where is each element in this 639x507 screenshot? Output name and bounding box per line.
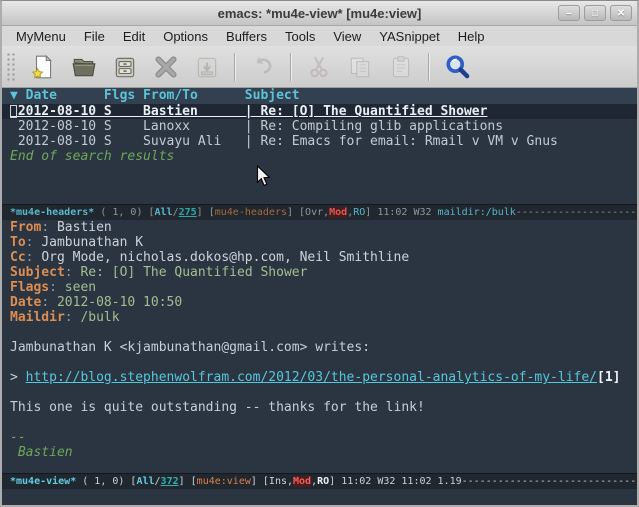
quote-prefix: > [10, 370, 26, 385]
toolbar-grip[interactable] [6, 52, 16, 82]
toolbar-separator [234, 53, 236, 81]
headers-list: 2012-08-10 S Bastien | Re: [O] The Quant… [2, 104, 637, 149]
end-of-search-results: End of search results [2, 149, 637, 164]
maximize-icon: □ [592, 8, 598, 19]
open-folder-icon [71, 54, 97, 80]
message-text: This one is quite outstanding -- thanks … [2, 400, 637, 415]
view-mode-line: *mu4e-view* ( 1, 0) [All/372] [mu4e:view… [2, 473, 637, 489]
message-attribution: Jambunathan K <kjambunathan@gmail.com> w… [2, 340, 637, 355]
minimize-button[interactable]: – [558, 5, 580, 21]
save-icon [112, 54, 138, 80]
menu-item-file[interactable]: File [76, 28, 113, 45]
toolbar-search-button[interactable] [441, 51, 473, 83]
close-buffer-icon [153, 54, 179, 80]
toolbar-close-button[interactable] [150, 51, 182, 83]
field-flags: Flags: seen [2, 280, 637, 295]
toolbar-paste-button [385, 51, 417, 83]
hollow-cursor [10, 105, 17, 118]
toolbar-new-button[interactable] [27, 51, 59, 83]
maildir-indicator: maildir:/bulk [438, 207, 516, 218]
window-title: emacs: *mu4e-view* [mu4e:view] [218, 6, 422, 21]
quoted-link-line: > http://blog.stephenwolfram.com/2012/03… [2, 370, 637, 385]
field-to: To: Jambunathan K [2, 235, 637, 250]
blank-line [2, 355, 637, 370]
buffer-name: *mu4e-view* [10, 476, 76, 487]
field-maildir: Maildir: /bulk [2, 310, 637, 325]
blank-line [2, 415, 637, 430]
paste-icon [388, 54, 414, 80]
toolbar-undo-button [247, 51, 279, 83]
menu-item-edit[interactable]: Edit [115, 28, 153, 45]
signature-name: Bastien [2, 445, 637, 460]
empty-buffer-space [2, 460, 637, 473]
menu-item-buffers[interactable]: Buffers [218, 28, 275, 45]
field-from: From: Bastien [2, 220, 637, 235]
message-hyperlink[interactable]: http://blog.stephenwolfram.com/2012/03/t… [26, 370, 597, 385]
minimize-icon: – [566, 8, 572, 19]
menu-item-tools[interactable]: Tools [277, 28, 323, 45]
field-cc: Cc: Org Mode, nicholas.dokos@hp.com, Nei… [2, 250, 637, 265]
signature-separator: -- [2, 430, 637, 445]
headers-mode-line: *mu4e-headers* ( 1, 0) [All/275] [mu4e-h… [2, 204, 637, 220]
menu-bar: MyMenu File Edit Options Buffers Tools V… [2, 26, 637, 46]
toolbar-save-as-button [191, 51, 223, 83]
empty-buffer-space [2, 164, 637, 204]
search-icon [444, 53, 471, 80]
toolbar-copy-button [344, 51, 376, 83]
major-mode: mu4e:view [197, 476, 251, 487]
menu-item-yasnippet[interactable]: YASnippet [371, 28, 447, 45]
toolbar-save-button[interactable] [109, 51, 141, 83]
header-row-selected[interactable]: 2012-08-10 S Bastien | Re: [O] The Quant… [2, 104, 637, 119]
toolbar-separator [290, 53, 292, 81]
menu-item-mymenu[interactable]: MyMenu [8, 28, 74, 45]
window-controls: – □ ✕ [558, 5, 632, 21]
blank-line [2, 385, 637, 400]
header-row[interactable]: 2012-08-10 S Lanoxx | Re: Compiling glib… [2, 119, 637, 134]
toolbar-open-button[interactable] [68, 51, 100, 83]
undo-icon [250, 54, 276, 80]
cut-icon [306, 54, 332, 80]
major-mode: mu4e-headers [215, 207, 287, 218]
echo-area[interactable] [2, 489, 637, 505]
new-file-icon [30, 54, 56, 80]
titlebar[interactable]: emacs: *mu4e-view* [mu4e:view] – □ ✕ [2, 1, 637, 26]
maximize-button[interactable]: □ [584, 5, 606, 21]
menu-item-options[interactable]: Options [155, 28, 216, 45]
buffer-name: *mu4e-headers* [10, 207, 94, 218]
save-as-icon [194, 54, 220, 80]
tool-bar [2, 46, 637, 88]
toolbar-separator [428, 53, 430, 81]
blank-line [2, 325, 637, 340]
field-date: Date: 2012-08-10 10:50 [2, 295, 637, 310]
menu-item-help[interactable]: Help [450, 28, 493, 45]
toolbar-cut-button [303, 51, 335, 83]
close-button[interactable]: ✕ [610, 5, 632, 21]
header-row[interactable]: 2012-08-10 S Suvayu Ali | Re: Emacs for … [2, 134, 637, 149]
field-subject: Subject: Re: [O] The Quantified Shower [2, 265, 637, 280]
headers-column-header[interactable]: ▼ Date Flgs From/To Subject [2, 88, 637, 104]
menu-item-view[interactable]: View [325, 28, 369, 45]
copy-icon [347, 54, 373, 80]
footnote-ref: [1] [597, 370, 620, 385]
close-icon: ✕ [617, 8, 625, 19]
emacs-window: emacs: *mu4e-view* [mu4e:view] – □ ✕ MyM… [0, 0, 639, 507]
emacs-frame: ▼ Date Flgs From/To Subject 2012-08-10 S… [2, 88, 637, 505]
